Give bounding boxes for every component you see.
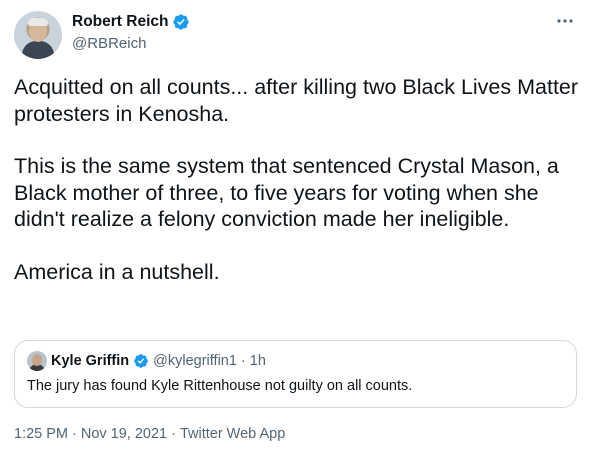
author-name[interactable]: Robert Reich [72,12,168,32]
quoted-tweet-text: The jury has found Kyle Rittenhouse not … [27,378,413,394]
quoted-time: 1h [249,353,266,369]
quoted-tweet-header: Kyle Griffin @kylegriffin1 · 1h [27,351,266,371]
quoted-author-handle: @kylegriffin1 [153,353,237,369]
quoted-tweet[interactable]: Kyle Griffin @kylegriffin1 · 1h The jury… [14,340,577,408]
quoted-author-avatar [27,351,47,371]
tweet-paragraph: America in a nutshell. [14,259,220,284]
tweet-time[interactable]: 1:25 PM [14,426,68,442]
quoted-separator: · [240,353,246,369]
verified-badge-icon [133,353,149,369]
tweet-date[interactable]: Nov 19, 2021 [81,426,167,442]
quoted-author-name: Kyle Griffin [51,353,130,369]
author-handle[interactable]: @RBReich [72,34,146,54]
tweet-paragraph: Acquitted on all counts... after killing… [14,75,585,126]
meta-separator: · [171,426,176,442]
author-name-row: Robert Reich [72,12,190,32]
more-options-icon[interactable] [555,11,575,31]
meta-separator: · [72,426,77,442]
verified-badge-icon [172,13,190,31]
tweet-header: Robert Reich @RBReich [14,11,577,61]
tweet-text: Acquitted on all counts... after killing… [14,74,584,285]
tweet-paragraph: This is the same system that sentenced C… [14,154,565,231]
tweet-metadata: 1:25 PM · Nov 19, 2021 · Twitter Web App [14,426,285,442]
author-avatar[interactable] [14,11,62,59]
tweet-source[interactable]: Twitter Web App [180,426,285,442]
